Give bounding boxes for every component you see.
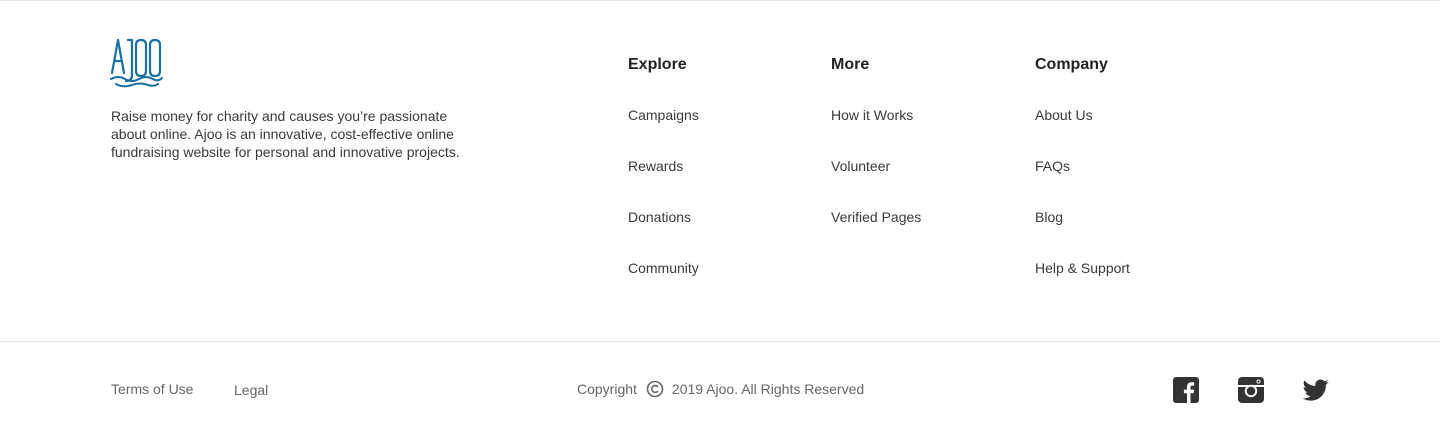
footer-link-verified-pages[interactable]: Verified Pages [831, 208, 921, 226]
footer-link-volunteer[interactable]: Volunteer [831, 157, 921, 175]
footer-column-company: Company About Us FAQs Blog Help & Suppor… [1035, 55, 1130, 310]
footer-divider [0, 341, 1440, 342]
ajoo-logo[interactable] [110, 37, 164, 91]
copyright-prefix: Copyright [577, 381, 637, 397]
footer-column-explore: Explore Campaigns Rewards Donations Comm… [628, 55, 699, 310]
footer-link-about-us[interactable]: About Us [1035, 106, 1130, 124]
instagram-icon[interactable] [1238, 377, 1264, 403]
facebook-icon[interactable] [1173, 377, 1199, 403]
ajoo-logo-icon [110, 38, 163, 88]
terms-of-use-link[interactable]: Terms of Use [111, 380, 193, 398]
column-title-more: More [831, 56, 870, 73]
legal-link[interactable]: Legal [234, 381, 268, 399]
twitter-icon[interactable] [1302, 377, 1329, 403]
footer-link-donations[interactable]: Donations [628, 208, 699, 226]
column-title-company: Company [1035, 56, 1108, 73]
footer-link-how-it-works[interactable]: How it Works [831, 106, 921, 124]
copyright-text: 2019 Ajoo. All Rights Reserved [671, 381, 865, 397]
footer-column-more: More How it Works Volunteer Verified Pag… [831, 55, 921, 259]
copyright-icon [646, 380, 664, 398]
footer-tagline: Raise money for charity and causes you’r… [111, 108, 460, 160]
copyright-notice: Copyright 2019 Ajoo. All Rights Reserved [577, 379, 864, 399]
site-footer: Raise money for charity and causes you’r… [0, 0, 1440, 426]
footer-link-campaigns[interactable]: Campaigns [628, 106, 699, 124]
footer-link-blog[interactable]: Blog [1035, 208, 1130, 226]
footer-link-help-support[interactable]: Help & Support [1035, 259, 1130, 277]
footer-link-rewards[interactable]: Rewards [628, 157, 699, 175]
footer-link-faqs[interactable]: FAQs [1035, 157, 1130, 175]
footer-link-community[interactable]: Community [628, 259, 699, 277]
column-title-explore: Explore [628, 56, 687, 73]
